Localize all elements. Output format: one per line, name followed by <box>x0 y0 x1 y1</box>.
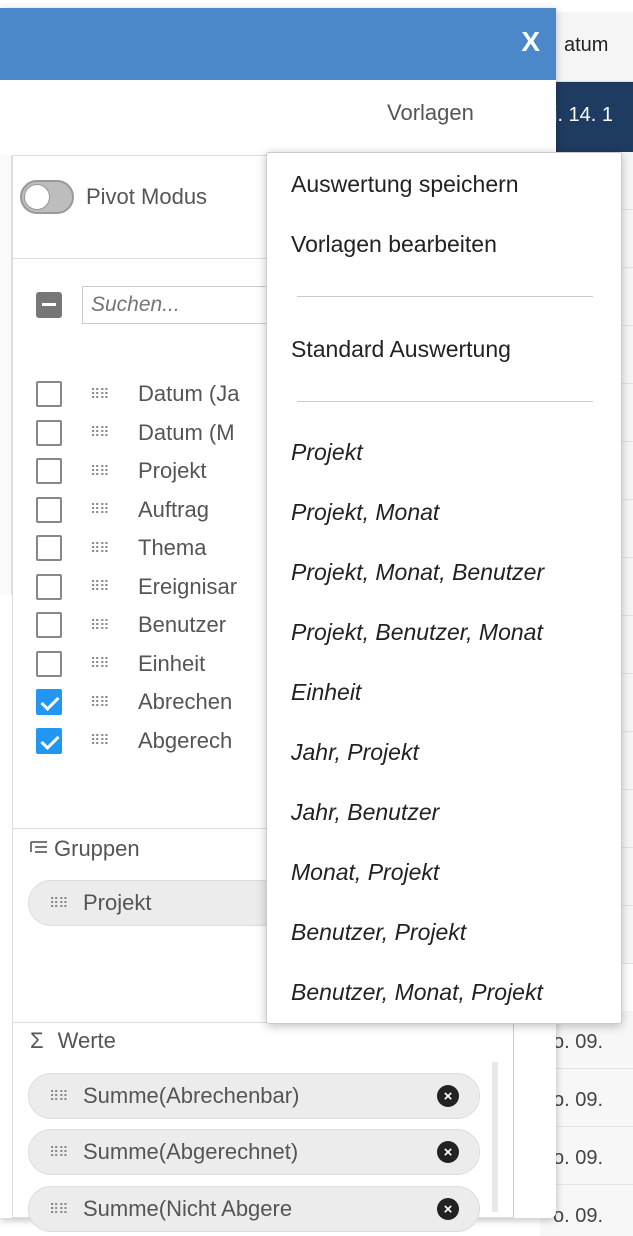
menu-divider <box>297 401 593 402</box>
remove-icon[interactable]: × <box>437 1198 459 1220</box>
column-label: Projekt <box>138 458 207 484</box>
drag-handle-icon[interactable]: ⠿⠿ <box>49 895 69 912</box>
column-label: Einheit <box>138 650 206 676</box>
remove-icon[interactable]: × <box>437 1141 459 1163</box>
vorlagen-button[interactable]: Vorlagen <box>387 100 474 126</box>
column-checkbox[interactable] <box>36 496 62 523</box>
column-checkbox[interactable] <box>36 689 62 716</box>
template-item[interactable]: Projekt <box>291 439 363 466</box>
drag-handle-icon[interactable]: ⠿⠿ <box>90 501 110 518</box>
drag-handle-icon[interactable]: ⠿⠿ <box>90 424 110 441</box>
dialog-titlebar: X <box>0 8 556 80</box>
pill-label: Summe(Abgerechnet) <box>83 1139 299 1164</box>
pivot-mode-row: Pivot Modus <box>20 180 207 214</box>
column-checkbox[interactable] <box>36 381 62 408</box>
template-item[interactable]: Benutzer, Projekt <box>291 919 466 946</box>
column-checkbox[interactable] <box>36 535 62 562</box>
gruppen-header: Gruppen <box>30 836 140 862</box>
column-label: Auftrag <box>138 496 209 522</box>
drag-handle-icon[interactable]: ⠿⠿ <box>49 1201 69 1218</box>
value-pill[interactable]: ⠿⠿ Summe(Abgerechnet) × <box>28 1129 480 1175</box>
column-checkbox[interactable] <box>36 458 62 485</box>
column-item[interactable]: ⠿⠿ Einheit <box>36 645 266 684</box>
column-checkbox[interactable] <box>36 573 62 600</box>
template-item[interactable]: Jahr, Benutzer <box>291 799 439 826</box>
drag-handle-icon[interactable]: ⠿⠿ <box>90 463 110 480</box>
column-label: Abgerech <box>138 727 233 753</box>
column-list: ⠿⠿ Datum (Ja ⠿⠿ Datum (M ⠿⠿ Projekt ⠿⠿ Auftrag ⠿… <box>36 375 266 805</box>
stage: atum i. 14. 1 11111111111111o. 09.o. 09.… <box>0 0 633 1236</box>
template-item[interactable]: Benutzer, Monat, Projekt <box>291 979 543 1006</box>
werte-label: Werte <box>57 1028 116 1053</box>
select-all-checkbox[interactable] <box>36 292 62 318</box>
value-pill[interactable]: ⠿⠿ Summe(Nicht Abgere × <box>28 1186 480 1232</box>
template-item[interactable]: Monat, Projekt <box>291 859 439 886</box>
column-label: Ereignisar <box>138 573 238 599</box>
column-label: Benutzer <box>138 612 227 638</box>
drag-handle-icon[interactable]: ⠿⠿ <box>90 386 110 403</box>
column-search-row <box>36 286 282 324</box>
column-label: Thema <box>138 535 207 561</box>
close-button[interactable]: X <box>521 26 540 58</box>
gruppen-label: Gruppen <box>54 836 140 861</box>
column-item[interactable]: ⠿⠿ Projekt <box>36 452 266 491</box>
column-item[interactable]: ⠿⠿ Ereignisar <box>36 568 266 607</box>
column-item[interactable]: ⠿⠿ Auftrag <box>36 491 266 530</box>
drag-handle-icon[interactable]: ⠿⠿ <box>49 1088 69 1105</box>
remove-icon[interactable]: × <box>437 1085 459 1107</box>
pill-label: Projekt <box>83 890 152 915</box>
pill-label: Summe(Nicht Abgere <box>83 1196 293 1221</box>
column-checkbox[interactable] <box>36 727 62 754</box>
standard-evaluation-item[interactable]: Standard Auswertung <box>291 336 511 363</box>
value-pill[interactable]: ⠿⠿ Projekt <box>28 880 288 926</box>
menu-divider <box>297 296 593 297</box>
pivot-mode-toggle[interactable] <box>20 180 74 214</box>
edit-templates-item[interactable]: Vorlagen bearbeiten <box>291 231 497 258</box>
column-item[interactable]: ⠿⠿ Datum (M <box>36 414 266 453</box>
pill-label: Summe(Abrechenbar) <box>83 1083 300 1108</box>
panel-left-edge <box>0 155 12 595</box>
column-item[interactable]: ⠿⠿ Datum (Ja <box>36 375 266 414</box>
template-item[interactable]: Jahr, Projekt <box>291 739 419 766</box>
column-label: Datum (M <box>138 419 235 445</box>
save-evaluation-item[interactable]: Auswertung speichern <box>291 171 519 198</box>
drag-handle-icon[interactable]: ⠿⠿ <box>90 732 110 749</box>
column-item[interactable]: ⠿⠿ Benutzer <box>36 606 266 645</box>
vorlagen-menu: Auswertung speichern Vorlagen bearbeiten S… <box>266 152 622 1024</box>
column-checkbox[interactable] <box>36 650 62 677</box>
column-item[interactable]: ⠿⠿ Abrechen <box>36 683 266 722</box>
sigma-icon: Σ <box>30 1028 44 1053</box>
werte-header: Σ Werte <box>30 1028 116 1054</box>
drag-handle-icon[interactable]: ⠿⠿ <box>90 655 110 672</box>
column-item[interactable]: ⠿⠿ Thema <box>36 529 266 568</box>
row-groups-icon <box>30 836 48 862</box>
column-item[interactable]: ⠿⠿ Abgerech <box>36 722 266 761</box>
template-item[interactable]: Projekt, Monat, Benutzer <box>291 559 544 586</box>
drag-handle-icon[interactable]: ⠿⠿ <box>90 540 110 557</box>
drag-handle-icon[interactable]: ⠿⠿ <box>49 1144 69 1161</box>
drag-handle-icon[interactable]: ⠿⠿ <box>90 694 110 711</box>
drag-handle-icon[interactable]: ⠿⠿ <box>90 578 110 595</box>
werte-scrollbar[interactable] <box>492 1062 498 1212</box>
column-checkbox[interactable] <box>36 612 62 639</box>
toggle-knob <box>24 184 50 210</box>
pivot-mode-label: Pivot Modus <box>86 184 208 209</box>
template-item[interactable]: Einheit <box>291 679 361 706</box>
column-checkbox[interactable] <box>36 419 62 446</box>
column-label: Abrechen <box>138 689 233 715</box>
column-label: Datum (Ja <box>138 381 240 407</box>
drag-handle-icon[interactable]: ⠿⠿ <box>90 617 110 634</box>
template-item[interactable]: Projekt, Benutzer, Monat <box>291 619 543 646</box>
column-search-input[interactable] <box>82 286 282 324</box>
template-item[interactable]: Projekt, Monat <box>291 499 439 526</box>
value-pill[interactable]: ⠿⠿ Summe(Abrechenbar) × <box>28 1073 480 1119</box>
